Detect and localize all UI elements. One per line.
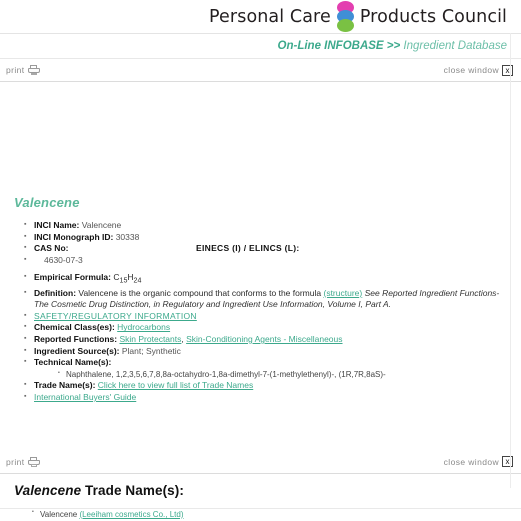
brand-logo: Personal Care Products Council [209, 0, 507, 32]
breadcrumb-primary: On-Line INFOBASE >> [277, 40, 404, 52]
close-label-bottom: close window [443, 456, 499, 467]
technical-name-label: Technical Name(s): [34, 357, 112, 368]
definition-label: Definition: [34, 287, 77, 298]
structure-link[interactable]: (structure) [323, 288, 362, 298]
trade-names-heading: Valencene Trade Name(s): [14, 483, 511, 498]
page-right-border [510, 33, 511, 488]
cas-value: 4630-07-3 [44, 255, 83, 266]
toolbar-bottom-divider [0, 472, 521, 474]
ingredient-source-value: Plant; Synthetic [121, 345, 181, 356]
fact-buyers-guide: International Buyers' Guide [24, 391, 511, 403]
trade-names-heading-suffix: Trade Name(s): [81, 482, 184, 498]
trade-name-list-link[interactable]: Click here to view full list of Trade Na… [98, 380, 253, 390]
trade-name-entry: Valencene (Leeiham cosmetics Co., Ltd) [32, 509, 511, 519]
print-button-top[interactable]: print [6, 65, 40, 75]
reported-functions-label: Reported Functions: [34, 334, 118, 345]
trade-name-entry-name: Valencene [40, 509, 80, 519]
ingredient-fact-list: INCI Name: Valencene INCI Monograph ID: … [10, 219, 511, 403]
einecs-label: EINECS (I) / ELINCS (L): [196, 243, 300, 254]
technical-name-item: Naphthalene, 1,2,3,5,6,7,8,8a-octahydro-… [58, 368, 511, 380]
content-top-spacer [10, 82, 511, 195]
close-label-top: close window [443, 65, 499, 75]
fact-cas-value-row: 4630-07-3 [24, 254, 511, 266]
main-content: Valencene INCI Name: Valencene INCI Mono… [0, 82, 521, 451]
close-window-button-bottom[interactable]: close window x [443, 456, 513, 468]
inci-name-value: Valencene [81, 220, 122, 230]
fact-cas-number: CAS No: EINECS (I) / ELINCS (L): [24, 242, 511, 254]
fact-inci-name: INCI Name: Valencene [24, 219, 511, 231]
fact-empirical-formula: Empirical Formula: C15H24 [24, 271, 511, 287]
brand-text-right: Products Council [359, 6, 507, 27]
chemical-class-label: Chemical Class(es): [34, 322, 115, 333]
site-header: Personal Care Products Council [0, 0, 521, 33]
fact-monograph-id: INCI Monograph ID: 30338 [24, 231, 511, 243]
empirical-formula-value: C15H24 [113, 272, 142, 285]
page-title: Valencene [14, 195, 80, 210]
print-label-top: print [6, 65, 25, 75]
close-icon-top[interactable]: x [502, 64, 513, 76]
close-icon-bottom[interactable]: x [502, 456, 513, 468]
fact-definition: Definition: Valencene is the organic com… [24, 287, 511, 310]
fact-technical-names: Technical Name(s): Naphthalene, 1,2,3,5,… [24, 356, 511, 380]
toolbar-bottom: print close window x [0, 451, 521, 473]
breadcrumb-text: On-Line INFOBASE >> Ingredient Database [278, 40, 507, 52]
fact-ingredient-source: Ingredient Source(s): Plant; Synthetic [24, 345, 511, 357]
inci-name-label: INCI Name: [34, 220, 80, 230]
tri-circle-logo-icon [336, 0, 354, 32]
monograph-id-value: 30338 [115, 231, 140, 242]
cas-label: CAS No: [34, 243, 69, 254]
chemical-class-link[interactable]: Hydrocarbons [117, 322, 170, 332]
page-bottom-border [0, 508, 521, 509]
safety-regulatory-link[interactable]: SAFETY/REGULATORY INFORMATION [34, 311, 197, 321]
printer-icon-bottom [27, 456, 40, 467]
reported-function-link-1[interactable]: Skin Protectants [119, 334, 181, 344]
reported-function-link-2[interactable]: Skin-Conditioning Agents - Miscellaneous [186, 334, 342, 344]
print-button-bottom[interactable]: print [6, 456, 40, 467]
logo-circle-green-icon [336, 18, 354, 32]
page-root: Personal Care Products Council On-Line I… [0, 0, 521, 521]
brand-text-left: Personal Care [209, 6, 331, 27]
international-buyers-guide-link[interactable]: International Buyers' Guide [34, 392, 136, 402]
fact-safety-regulatory: SAFETY/REGULATORY INFORMATION [24, 310, 511, 322]
fact-trade-names: Trade Name(s): Click here to view full l… [24, 379, 511, 391]
fact-reported-functions: Reported Functions: Skin Protectants, Sk… [24, 333, 511, 345]
printer-icon-top [27, 65, 40, 75]
print-label-bottom: print [6, 456, 25, 467]
trade-names-list: Valencene (Leeiham cosmetics Co., Ltd) [10, 509, 511, 519]
formula-count-hydrogen: 24 [133, 277, 142, 285]
empirical-formula-label: Empirical Formula: [34, 272, 111, 283]
content-mid-spacer [10, 404, 511, 451]
trade-name-label: Trade Name(s): [34, 380, 96, 391]
technical-name-list: Naphthalene, 1,2,3,5,6,7,8,8a-octahydro-… [34, 368, 511, 380]
trade-name-company-link[interactable]: (Leeiham cosmetics Co., Ltd) [79, 510, 183, 519]
trade-names-heading-ingredient: Valencene [14, 482, 82, 498]
toolbar-top: print close window x [0, 59, 521, 81]
breadcrumb-secondary: Ingredient Database [403, 40, 507, 52]
monograph-id-label: INCI Monograph ID: [34, 231, 114, 242]
definition-text: Valencene is the organic compound that c… [78, 287, 322, 298]
fact-chemical-class: Chemical Class(es): Hydrocarbons [24, 321, 511, 333]
breadcrumb: On-Line INFOBASE >> Ingredient Database [0, 34, 521, 58]
trade-names-section: Valencene Trade Name(s): Valencene (Leei… [0, 483, 521, 519]
close-window-button-top[interactable]: close window x [443, 64, 513, 76]
ingredient-source-label: Ingredient Source(s): [34, 345, 120, 356]
